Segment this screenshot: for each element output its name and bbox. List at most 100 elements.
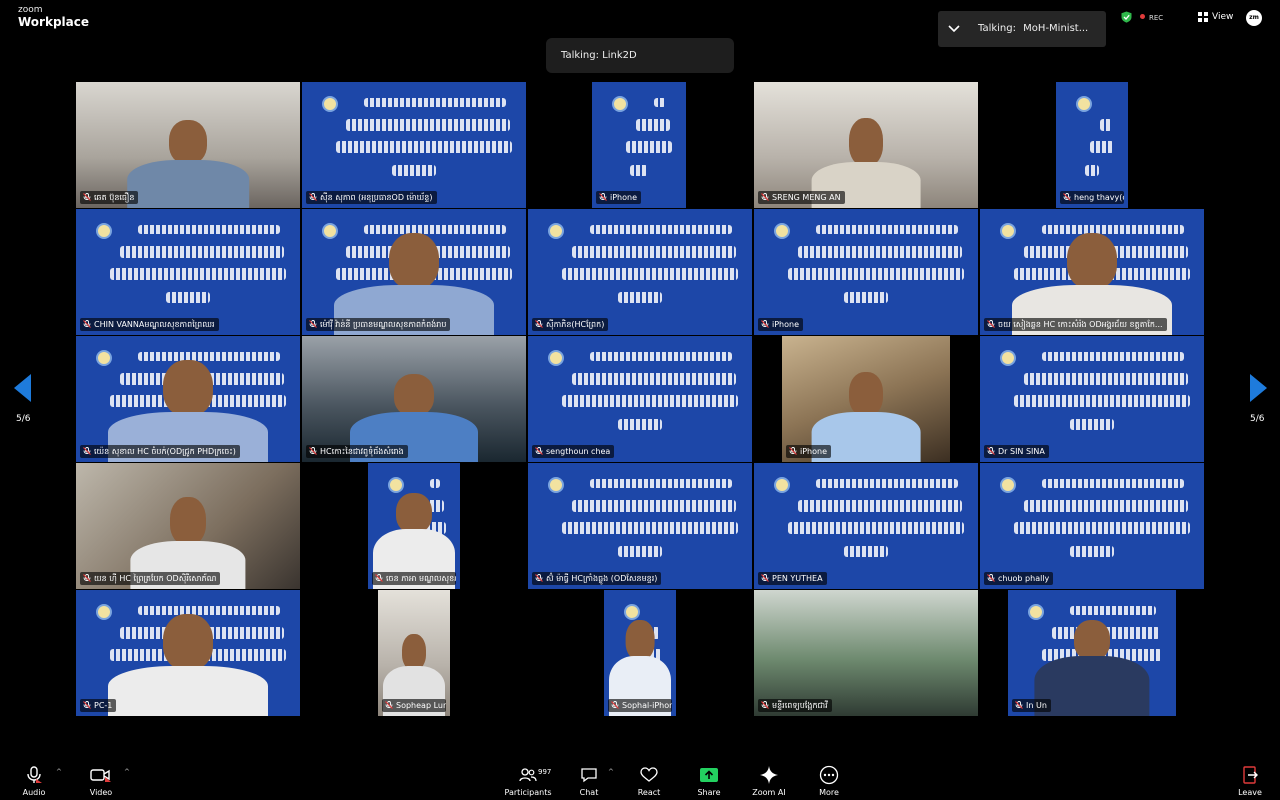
- participant-tile[interactable]: ឆេត ប៊ុនធឿន: [76, 82, 300, 208]
- audio-button[interactable]: Audio: [6, 764, 62, 797]
- participant-tile[interactable]: PEN YUTHEA: [754, 463, 978, 589]
- participant-tile[interactable]: ស៊ំ ម៉ាធ្វី HCក្រាំងធ្លូង (ODសែនមន្ទរ): [528, 463, 752, 589]
- participant-name: iPhone: [772, 320, 800, 329]
- muted-microphone-icon: [83, 320, 91, 328]
- zoom-ai-button[interactable]: Zoom AI: [741, 764, 797, 797]
- participant-name-tag: ចយ សៀងឆ្លន HC កោះសំរ៉ង OD​អង្គរជ័យ ខត្តត…: [984, 318, 1167, 331]
- next-page-arrow-icon[interactable]: [1246, 372, 1270, 404]
- participant-name-tag: PEN YUTHEA: [758, 572, 827, 585]
- brand-bottom: Workplace: [18, 15, 90, 29]
- participant-name: heng thavy(calmette): [1074, 193, 1124, 202]
- participant-tile[interactable]: ចយ សៀងឆ្លន HC កោះសំរ៉ង OD​អង្គរជ័យ ខត្តត…: [980, 209, 1204, 335]
- presentation-slide: [528, 463, 752, 589]
- muted-microphone-icon: [987, 447, 995, 455]
- share-button[interactable]: Share: [681, 764, 737, 797]
- participant-tile[interactable]: In Un: [1008, 590, 1176, 716]
- muted-microphone-icon: [385, 701, 393, 709]
- leave-label: Leave: [1238, 788, 1262, 797]
- participant-name-tag: SRENG MENG AN: [758, 191, 845, 204]
- participant-name-tag: ម៉ៅវ៉ី វ៉ាន់នី ប្រធានមណ្ឌលសុខភាពកំពង់រាប: [306, 318, 451, 331]
- shield-icon[interactable]: [1121, 11, 1132, 23]
- participant-tile[interactable]: យន ហ៊ី HC ព្រៃត្របែក ODស៊ិរីសោភ័ណ: [76, 463, 300, 589]
- muted-microphone-icon: [789, 447, 797, 455]
- previous-page-arrow-icon[interactable]: [11, 372, 35, 404]
- speaker-dropdown[interactable]: Talking: MoH-Minist...: [938, 11, 1106, 47]
- ministry-logo-icon: [1000, 477, 1016, 493]
- participant-tile[interactable]: iPhone: [592, 82, 686, 208]
- presentation-slide: [592, 82, 686, 208]
- participant-tile[interactable]: heng thavy(calmette): [1056, 82, 1128, 208]
- presentation-slide: [76, 209, 300, 335]
- participant-tile[interactable]: chuob phally: [980, 463, 1204, 589]
- participant-tile[interactable]: Sophal-iPhone 17 Pro Max: [604, 590, 676, 716]
- zoom-ai-label: Zoom AI: [752, 788, 786, 797]
- more-button[interactable]: More: [801, 764, 857, 797]
- participant-tile[interactable]: Dr SIN SINA: [980, 336, 1204, 462]
- muted-microphone-icon: [611, 701, 619, 709]
- participant-name: យន ហ៊ី HC ព្រៃត្របែក ODស៊ិរីសោភ័ណ: [94, 574, 217, 583]
- muted-microphone-icon: [599, 193, 607, 201]
- participant-name-tag: In Un: [1012, 699, 1051, 712]
- participant-name-tag: ស៊ំ ម៉ាធ្វី HCក្រាំងធ្លូង (ODសែនមន្ទរ): [532, 572, 662, 585]
- participant-tile[interactable]: ចេន ភាអា មណ្ឌលសុខភាពសុវ៉ា: [368, 463, 460, 589]
- ministry-logo-icon: [548, 350, 564, 366]
- presentation-slide: [754, 463, 978, 589]
- participant-name: SRENG MENG AN: [772, 193, 841, 202]
- participant-name-tag: iPhone: [786, 445, 832, 458]
- participant-name: ឆេត ប៊ុនធឿន: [94, 193, 135, 202]
- muted-microphone-icon: [309, 447, 317, 455]
- participant-name: PC-1: [94, 701, 113, 710]
- participant-name-tag: sengthoun chea: [532, 445, 615, 458]
- chat-options-caret-icon[interactable]: ^: [608, 768, 614, 776]
- participant-name: ស៊ំ ម៉ាធ្វី HCក្រាំងធ្លូង (ODសែនមន្ទរ): [546, 574, 658, 583]
- participant-figure: [754, 82, 978, 208]
- presentation-slide: [302, 82, 526, 208]
- app-brand: zoom Workplace: [18, 5, 90, 29]
- video-options-caret-icon[interactable]: ^: [124, 768, 130, 776]
- participant-tile[interactable]: HCកោះនៃ​ជាវ​ពូទុំធ័ងសំរោង: [302, 336, 526, 462]
- participant-name: យ៉េន សុខាល HC ចំបក់(ODជ្រូក PHDក្រចេះ): [94, 447, 236, 456]
- muted-microphone-icon: [987, 574, 995, 582]
- participant-name: Sophal-iPhone 17 Pro Max: [622, 701, 672, 710]
- participant-figure: [76, 590, 300, 716]
- participant-tile[interactable]: PC-1: [76, 590, 300, 716]
- video-label: Video: [89, 788, 113, 797]
- participant-tile[interactable]: មន្ទីរពេទ្យបង្អែកជាវី: [754, 590, 978, 716]
- camera-feed: [754, 590, 978, 716]
- participant-name-tag: CHIN VANNAមណ្ឌលសុខភាពព្រៃឈរ: [80, 318, 219, 331]
- recording-indicator[interactable]: REC: [1140, 14, 1163, 22]
- participants-icon: [519, 768, 537, 782]
- react-button[interactable]: React: [621, 764, 677, 797]
- leave-button[interactable]: Leave: [1222, 764, 1278, 797]
- brand-top: zoom: [18, 5, 43, 15]
- share-screen-icon: [700, 768, 718, 782]
- participant-tile[interactable]: iPhone: [754, 209, 978, 335]
- ministry-logo-icon: [96, 223, 112, 239]
- participant-name: ចយ សៀងឆ្លន HC កោះសំរ៉ង OD​អង្គរជ័យ ខត្តត…: [998, 320, 1163, 329]
- participant-tile[interactable]: ស៊ីន សុភាព (អនុប្រធានOD ម៉ោឃ័ន្ទ): [302, 82, 526, 208]
- participants-label: Participants: [504, 788, 552, 797]
- participant-tile[interactable]: ម៉ៅវ៉ី វ៉ាន់នី ប្រធានមណ្ឌលសុខភាពកំពង់រាប: [302, 209, 526, 335]
- avatar[interactable]: zm: [1246, 10, 1262, 26]
- participant-tile[interactable]: យ៉េន សុខាល HC ចំបក់(ODជ្រូក PHDក្រចេះ): [76, 336, 300, 462]
- audio-options-caret-icon[interactable]: ^: [56, 768, 62, 776]
- participant-tile[interactable]: iPhone: [782, 336, 950, 462]
- participant-tile[interactable]: Sopheap Lun: [378, 590, 450, 716]
- page-indicator-left: 5/6: [16, 414, 31, 424]
- presentation-slide: [1056, 82, 1128, 208]
- chat-icon: [581, 768, 597, 783]
- share-label: Share: [697, 788, 721, 797]
- heart-icon: [640, 767, 658, 782]
- participant-tile[interactable]: CHIN VANNAមណ្ឌលសុខភាពព្រៃឈរ: [76, 209, 300, 335]
- talking-name: MoH-Minist...: [1023, 23, 1089, 34]
- muted-microphone-icon: [83, 574, 91, 582]
- participant-name-tag: chuob phally: [984, 572, 1054, 585]
- view-button[interactable]: View: [1198, 12, 1233, 22]
- participant-name-tag: ស៊ីន សុភាព (អនុប្រធានOD ម៉ោឃ័ន្ទ): [306, 191, 437, 204]
- participant-tile[interactable]: SRENG MENG AN: [754, 82, 978, 208]
- video-button[interactable]: Video: [73, 764, 129, 797]
- participant-tile[interactable]: sengthoun chea: [528, 336, 752, 462]
- sparkle-icon: [760, 766, 778, 784]
- participant-tile[interactable]: ស៊ីកាភិន(HCព្រែក): [528, 209, 752, 335]
- participant-figure: [980, 209, 1204, 335]
